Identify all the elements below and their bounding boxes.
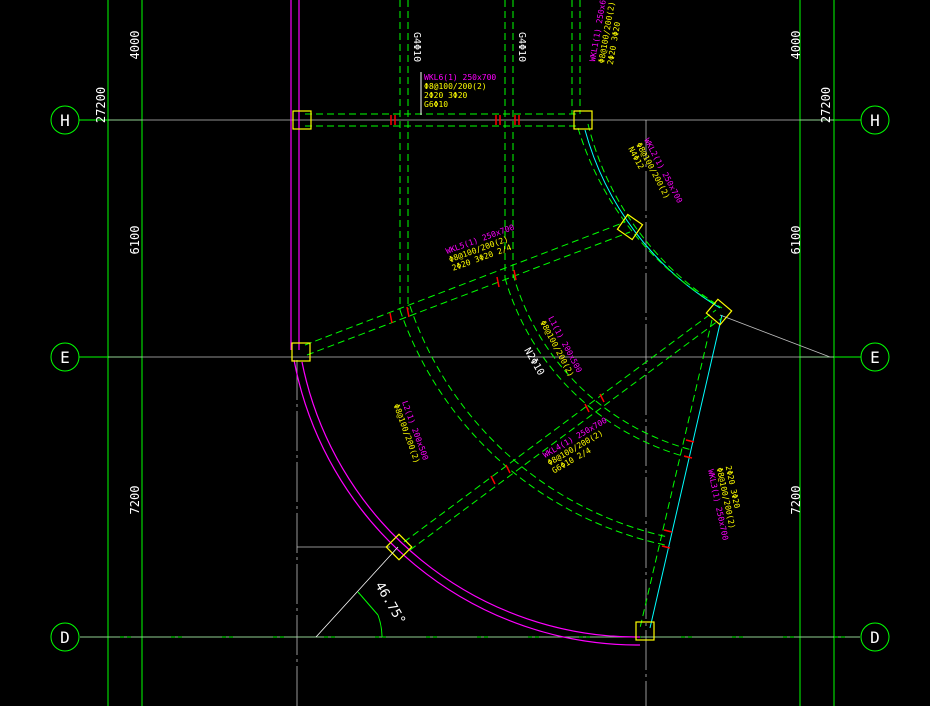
- beams-dashed: [304, 0, 723, 629]
- beam-label-4[interactable]: L2(1) 200x500 Φ8@100/200(2): [392, 400, 430, 465]
- axis-bubble-right-H[interactable]: H: [834, 105, 890, 135]
- vnote: G4Φ10: [516, 32, 527, 62]
- axis-label: E: [60, 348, 70, 367]
- column: [705, 298, 733, 326]
- beam-label-1[interactable]: WKL6(1) 250x700 Φ8@100/200(2) 2Φ20 3Φ20 …: [420, 72, 496, 115]
- cyan-edges: [584, 129, 723, 629]
- beam-label-6[interactable]: WKL3(1) 250x700 Φ8@100/200(2) 2Φ20 3Φ20: [706, 465, 747, 541]
- dim-right-7200: 7200: [789, 486, 803, 515]
- axis-bubble-right-D[interactable]: D: [860, 622, 890, 652]
- dim-right-4000: 4000: [789, 31, 803, 60]
- dim-left-4000: 4000: [128, 31, 142, 60]
- frame-lines: [80, 0, 860, 706]
- dim-right-total: 27200: [819, 87, 833, 123]
- axis-bubble-right-E[interactable]: E: [834, 342, 890, 372]
- beam-label-5[interactable]: WKL4(1) 250x700 Φ8@100/200(2) G6Φ10 2/4: [542, 416, 618, 476]
- dim-left-6100: 6100: [128, 226, 142, 255]
- axis-label: H: [870, 111, 880, 130]
- axis-label: E: [870, 348, 880, 367]
- beam-label-8[interactable]: WKL1(1) 250x600 Φ8@100/200(2) 2Φ20 3Φ20: [588, 0, 627, 65]
- vnote: G4Φ10: [411, 32, 422, 62]
- beam-label-7[interactable]: WKL2(1) 250x700 Φ8@100/200(2) N4Φ12: [626, 137, 684, 214]
- angle-annotation[interactable]: 46.75°: [315, 546, 408, 638]
- angle-label: 46.75°: [372, 580, 408, 628]
- cad-drawing-canvas[interactable]: H E D H E D 4000 6100 7200 27200 4000 61…: [0, 0, 930, 706]
- axis-label: D: [60, 628, 70, 647]
- dim-left-7200: 7200: [128, 486, 142, 515]
- dim-right-6100: 6100: [789, 226, 803, 255]
- svg-text:G6Φ10: G6Φ10: [424, 100, 448, 109]
- svg-text:Φ8@100/200(2): Φ8@100/200(2): [424, 82, 487, 91]
- dimension-labels: 4000 6100 7200 27200 4000 6100 7200 2720…: [94, 31, 833, 515]
- rebar-marks: [389, 115, 695, 549]
- svg-text:2Φ20 3Φ20: 2Φ20 3Φ20: [424, 91, 468, 100]
- vnote: N2Φ10: [521, 346, 546, 378]
- axis-label: D: [870, 628, 880, 647]
- column: [291, 342, 311, 362]
- beam-label-2[interactable]: WKL5(1) 250x700 Φ8@100/200(2) 2Φ20 3Φ20 …: [445, 223, 522, 273]
- axis-lines: [80, 119, 860, 706]
- axis-bubble-left-D[interactable]: D: [50, 622, 80, 652]
- axis-bubble-left-E[interactable]: E: [50, 342, 108, 372]
- svg-text:WKL6(1) 250x700: WKL6(1) 250x700: [424, 73, 496, 82]
- dim-left-total: 27200: [94, 87, 108, 123]
- axis-label: H: [60, 111, 70, 130]
